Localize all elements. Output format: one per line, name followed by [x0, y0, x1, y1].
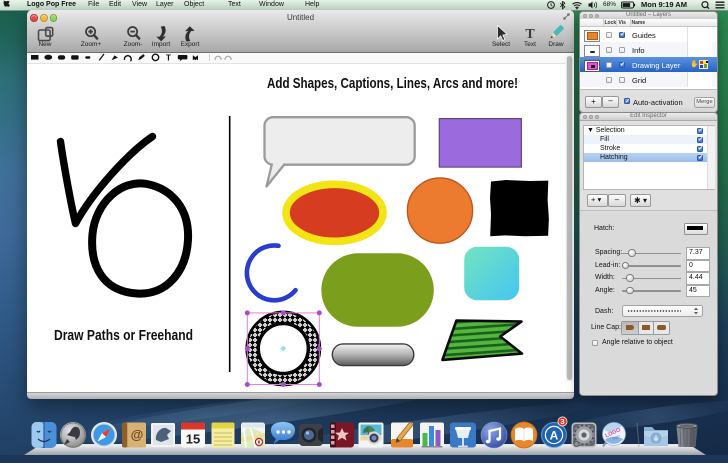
svg-text:T: T	[525, 27, 535, 42]
svg-text:@: @	[131, 427, 144, 442]
svg-text:3: 3	[560, 417, 564, 426]
svg-text:T: T	[166, 53, 171, 62]
svg-text:15: 15	[186, 432, 200, 447]
svg-text:Add Shapes, Captions, Lines, A: Add Shapes, Captions, Lines, Arcs and mo…	[267, 75, 518, 92]
svg-text:Draw Paths or Freehand: Draw Paths or Freehand	[54, 328, 193, 344]
svg-text:A: A	[550, 429, 559, 443]
